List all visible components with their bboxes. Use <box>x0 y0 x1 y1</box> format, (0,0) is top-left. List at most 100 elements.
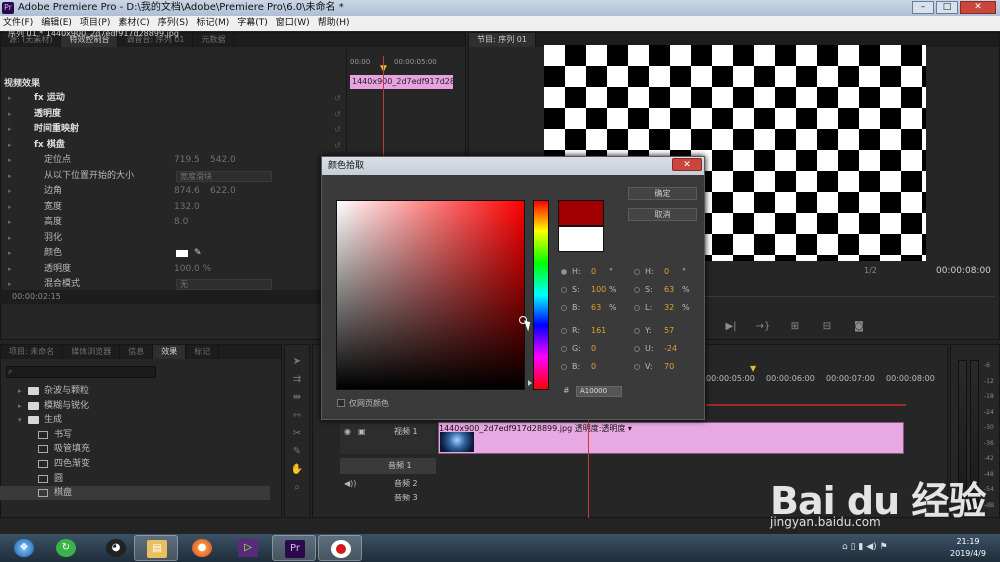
field-value[interactable]: 0 <box>591 361 596 373</box>
effect-value[interactable]: 719.5 <box>174 153 200 168</box>
expand-triangle-icon[interactable]: ▸ <box>8 184 12 199</box>
color-value-field[interactable]: H: 0 ° <box>634 266 700 278</box>
effects-search-input[interactable] <box>6 366 156 378</box>
effect-value[interactable]: 622.0 <box>210 184 236 199</box>
color-mode-radio[interactable] <box>561 305 567 311</box>
taskbar-app-qq[interactable]: ◕ <box>94 535 138 561</box>
color-mode-radio[interactable] <box>634 305 640 311</box>
field-value[interactable]: 0 <box>591 343 596 355</box>
go-to-out-icon[interactable]: →} <box>754 320 772 334</box>
expand-triangle-icon[interactable]: ▸ <box>8 262 12 277</box>
effect-row[interactable]: ▸透明度100.0 %↺ <box>0 262 346 277</box>
tab-project[interactable]: 项目: 未命名 <box>1 345 64 359</box>
expand-triangle-icon[interactable]: ▸ <box>8 246 12 261</box>
taskbar-app-explorer[interactable]: ▤ <box>134 535 178 561</box>
taskbar-app-green[interactable]: ↻ <box>44 535 88 561</box>
hand-tool-icon[interactable]: ✋ <box>285 461 309 479</box>
hue-slider[interactable] <box>533 200 549 390</box>
web-colors-checkbox[interactable] <box>337 399 345 407</box>
expand-triangle-icon[interactable]: ▸ <box>8 169 12 184</box>
menu-marker[interactable]: 标记(M) <box>193 16 232 31</box>
color-value-field[interactable]: B: 0 <box>561 361 627 373</box>
effect-folder[interactable]: ▸ 杂波与颗粒 <box>0 384 270 398</box>
expand-triangle-icon[interactable]: ▸ <box>8 122 12 137</box>
ripple-edit-tool-icon[interactable]: ⇹ <box>285 389 309 407</box>
hex-input[interactable]: A10000 <box>576 386 622 397</box>
color-mode-radio[interactable] <box>634 346 640 352</box>
color-value-field[interactable]: U: -24 <box>634 343 700 355</box>
effect-row[interactable]: ▸高度8.0↺ <box>0 215 346 230</box>
saturation-brightness-field[interactable] <box>336 200 525 390</box>
effect-item[interactable]: 圆 <box>0 472 270 486</box>
rolling-edit-tool-icon[interactable]: ⇿ <box>285 407 309 425</box>
speaker-icon[interactable]: ◀)) <box>344 476 356 492</box>
original-color-swatch[interactable] <box>558 226 604 252</box>
tab-effects[interactable]: 效果 <box>153 345 187 359</box>
taskbar-app-firefox[interactable]: ● <box>180 535 224 561</box>
effect-value[interactable]: 8.0 <box>174 215 188 230</box>
effect-row[interactable]: ▸ 透明度 ↺ <box>0 107 346 122</box>
track-select-tool-icon[interactable]: ⇉ <box>285 371 309 389</box>
color-mode-radio[interactable] <box>634 287 640 293</box>
field-value[interactable]: 32 <box>664 302 674 314</box>
close-button[interactable]: ✕ <box>960 1 996 14</box>
effect-value[interactable]: 874.6 <box>174 184 200 199</box>
expand-triangle-icon[interactable]: ▸ <box>8 91 12 106</box>
effect-item[interactable]: 四色渐变 <box>0 457 270 471</box>
expand-triangle-icon[interactable]: ▸ <box>8 215 12 230</box>
expand-triangle-icon[interactable]: ▸ <box>8 231 12 246</box>
effect-item[interactable]: 书写 <box>0 428 270 442</box>
color-mode-radio[interactable] <box>634 328 640 334</box>
expand-triangle-icon[interactable]: ▸ <box>8 200 12 215</box>
track-header-audio2[interactable]: ◀)) 音频 2 <box>340 476 436 492</box>
effect-value[interactable]: 132.0 <box>174 200 200 215</box>
color-value-field[interactable]: S: 100% <box>561 284 627 296</box>
effect-value[interactable]: 542.0 <box>210 153 236 168</box>
effect-row[interactable]: ▸羽化↺ <box>0 231 346 246</box>
expand-triangle-icon[interactable]: ▾ <box>18 413 22 427</box>
cancel-button[interactable]: 取消 <box>628 208 697 221</box>
effect-item[interactable]: 棋盘 <box>0 486 270 501</box>
tab-info[interactable]: 信息 <box>120 345 154 359</box>
zoom-tool-icon[interactable]: ⌕ <box>285 479 309 497</box>
taskbar-clock[interactable]: 21:19 2019/4/9 <box>938 536 998 560</box>
zoom-scale[interactable]: 1/2 <box>864 266 877 275</box>
taskbar-app-recorder[interactable] <box>318 535 362 561</box>
color-mode-radio[interactable] <box>561 328 567 334</box>
effect-row[interactable]: ▸ fx 运动 ↺ <box>0 91 346 106</box>
field-value[interactable]: 63 <box>664 284 674 296</box>
extract-icon[interactable]: ⊟ <box>818 320 836 334</box>
system-tray[interactable]: ⌂ ▯ ▮ ◀) ⚑ <box>842 542 888 552</box>
effect-row[interactable]: ▸边角874.6622.0↺ <box>0 184 346 199</box>
effect-clip-bar[interactable]: 1440x900_2d7edf917d28899 <box>350 75 453 89</box>
effect-dropdown[interactable]: 无 <box>176 279 272 290</box>
expand-triangle-icon[interactable]: ▸ <box>8 153 12 168</box>
selection-tool-icon[interactable]: ➤ <box>285 353 309 371</box>
color-value-field[interactable]: Y: 57 <box>634 325 700 337</box>
pen-tool-icon[interactable]: ✎ <box>285 443 309 461</box>
maximize-button[interactable]: □ <box>936 1 958 14</box>
effect-row[interactable]: ▸ 时间重映射 ↺ <box>0 122 346 137</box>
eye-icon[interactable]: ◉ <box>344 424 351 440</box>
track-header-audio1[interactable]: 音频 1 <box>340 458 436 474</box>
field-value[interactable]: 70 <box>664 361 674 373</box>
export-frame-icon[interactable]: ◙ <box>850 320 868 334</box>
taskbar-app-media[interactable]: ▷ <box>226 535 270 561</box>
field-value[interactable]: 0 <box>591 266 596 278</box>
effect-dropdown[interactable]: 宽度滑块 <box>176 170 272 182</box>
effect-item[interactable]: 吸管填充 <box>0 442 270 456</box>
field-value[interactable]: 57 <box>664 325 674 337</box>
effect-row[interactable]: ▸ fx 棋盘 ↺ <box>0 138 346 153</box>
step-forward-icon[interactable]: ▶| <box>722 320 740 334</box>
hue-slider-handle-icon[interactable] <box>528 380 532 386</box>
color-value-field[interactable]: V: 70 <box>634 361 700 373</box>
color-mode-radio[interactable] <box>561 287 567 293</box>
reset-icon[interactable]: ↺ <box>334 138 341 153</box>
effect-folder[interactable]: ▸ 模糊与锐化 <box>0 399 270 413</box>
color-value-field[interactable]: S: 63% <box>634 284 700 296</box>
menu-help[interactable]: 帮助(H) <box>315 16 353 31</box>
reset-icon[interactable]: ↺ <box>334 91 341 106</box>
lock-icon[interactable]: ▣ <box>358 424 366 440</box>
tab-media-browser[interactable]: 媒体浏览器 <box>63 345 121 359</box>
reset-icon[interactable]: ↺ <box>334 107 341 122</box>
